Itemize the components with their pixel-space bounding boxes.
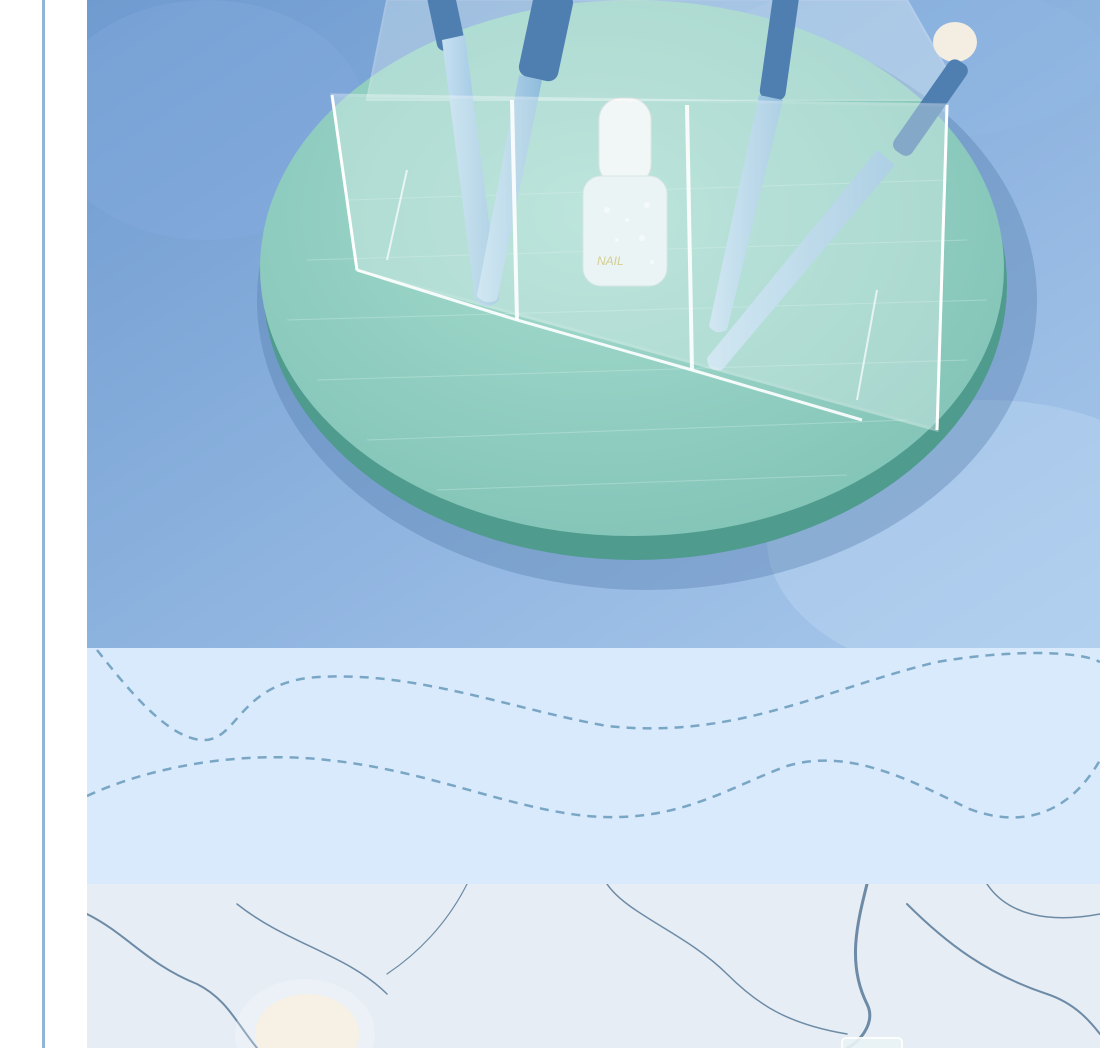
- left-border-rule: [42, 0, 45, 1048]
- marble-photo-illustration: [87, 884, 1100, 1048]
- product-detail-page: NAIL: [0, 0, 1100, 1048]
- decorative-wave-band: [87, 648, 1100, 884]
- acrylic-corner: [841, 1037, 903, 1048]
- product-photo-organizer: NAIL: [87, 0, 1100, 648]
- product-photo-marble: [87, 884, 1100, 1048]
- dashed-wave-lines: [87, 648, 1100, 884]
- organizer-photo-illustration: NAIL: [87, 0, 1100, 648]
